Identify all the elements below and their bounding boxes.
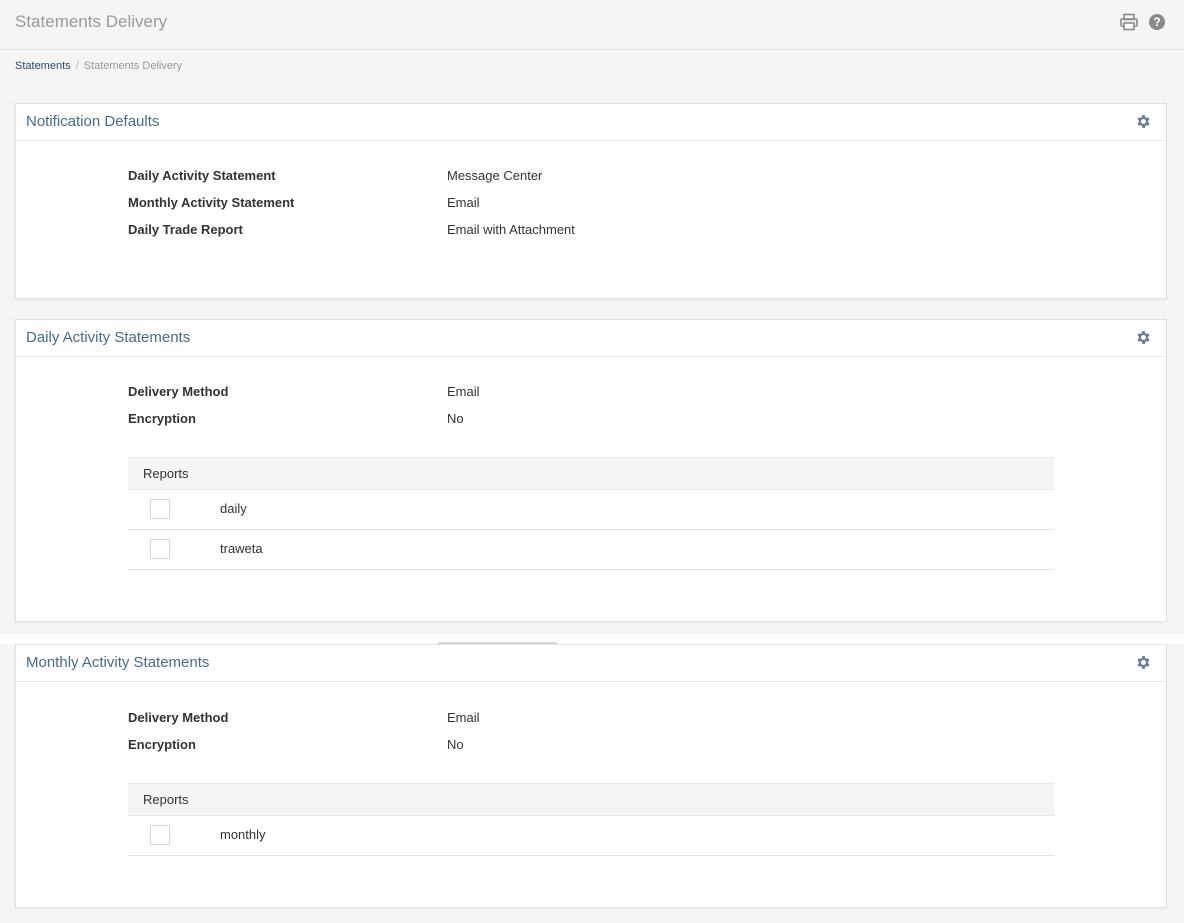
- table-row: daily: [128, 490, 1054, 530]
- delivery-method-value: Email: [447, 710, 480, 725]
- reports-table: Reports daily traweta: [128, 457, 1054, 570]
- monthly-activity-panel: Monthly Activity Statements Delivery Met…: [15, 644, 1167, 908]
- reports-header: Reports: [128, 783, 1054, 816]
- setting-value: Message Center: [447, 168, 543, 183]
- panel-title: Daily Activity Statements: [26, 329, 191, 346]
- encryption-value: No: [447, 737, 464, 752]
- reports-header-label: Reports: [143, 466, 189, 481]
- encryption-label: Encryption: [128, 411, 196, 426]
- report-name: daily: [220, 501, 247, 516]
- panel-header: Monthly Activity Statements: [16, 645, 1166, 682]
- notification-defaults-panel: Notification Defaults Daily Activity Sta…: [15, 103, 1167, 299]
- page-header: Statements Delivery ?: [0, 0, 1184, 50]
- report-name: traweta: [220, 541, 263, 556]
- panel-title: Notification Defaults: [26, 113, 160, 130]
- breadcrumb-statements-link[interactable]: Statements: [15, 60, 71, 72]
- gear-icon[interactable]: [1135, 329, 1152, 346]
- reports-header-label: Reports: [143, 792, 189, 807]
- help-icon[interactable]: ?: [1148, 13, 1166, 31]
- report-checkbox[interactable]: [150, 499, 170, 519]
- encryption-label: Encryption: [128, 737, 196, 752]
- setting-label: Daily Activity Statement: [128, 168, 276, 183]
- breadcrumb-current: Statements Delivery: [83, 60, 183, 72]
- setting-value: Email with Attachment: [447, 222, 575, 237]
- setting-label: Daily Trade Report: [128, 222, 243, 237]
- gear-icon[interactable]: [1135, 113, 1152, 130]
- header-actions: ?: [1120, 13, 1166, 31]
- breadcrumb: Statements / Statements Delivery: [15, 60, 182, 72]
- gear-icon[interactable]: [1135, 654, 1152, 671]
- reports-table: Reports monthly: [128, 783, 1054, 856]
- panel-header: Notification Defaults: [16, 104, 1166, 141]
- panel-title: Monthly Activity Statements: [26, 654, 210, 671]
- report-name: monthly: [220, 827, 266, 842]
- delivery-method-value: Email: [447, 384, 480, 399]
- print-icon[interactable]: [1120, 13, 1138, 31]
- encryption-value: No: [447, 411, 464, 426]
- page-title: Statements Delivery: [15, 12, 168, 31]
- report-checkbox[interactable]: [150, 825, 170, 845]
- panel-header: Daily Activity Statements: [16, 320, 1166, 357]
- breadcrumb-separator: /: [75, 60, 79, 72]
- table-row: monthly: [128, 816, 1054, 856]
- setting-label: Monthly Activity Statement: [128, 195, 295, 210]
- reports-header: Reports: [128, 457, 1054, 490]
- delivery-method-label: Delivery Method: [128, 384, 229, 399]
- svg-text:?: ?: [1153, 15, 1160, 29]
- report-checkbox[interactable]: [150, 539, 170, 559]
- setting-value: Email: [447, 195, 480, 210]
- section-divider: [0, 634, 1184, 644]
- daily-activity-panel: Daily Activity Statements Delivery Metho…: [15, 319, 1167, 622]
- delivery-method-label: Delivery Method: [128, 710, 229, 725]
- table-row: traweta: [128, 530, 1054, 570]
